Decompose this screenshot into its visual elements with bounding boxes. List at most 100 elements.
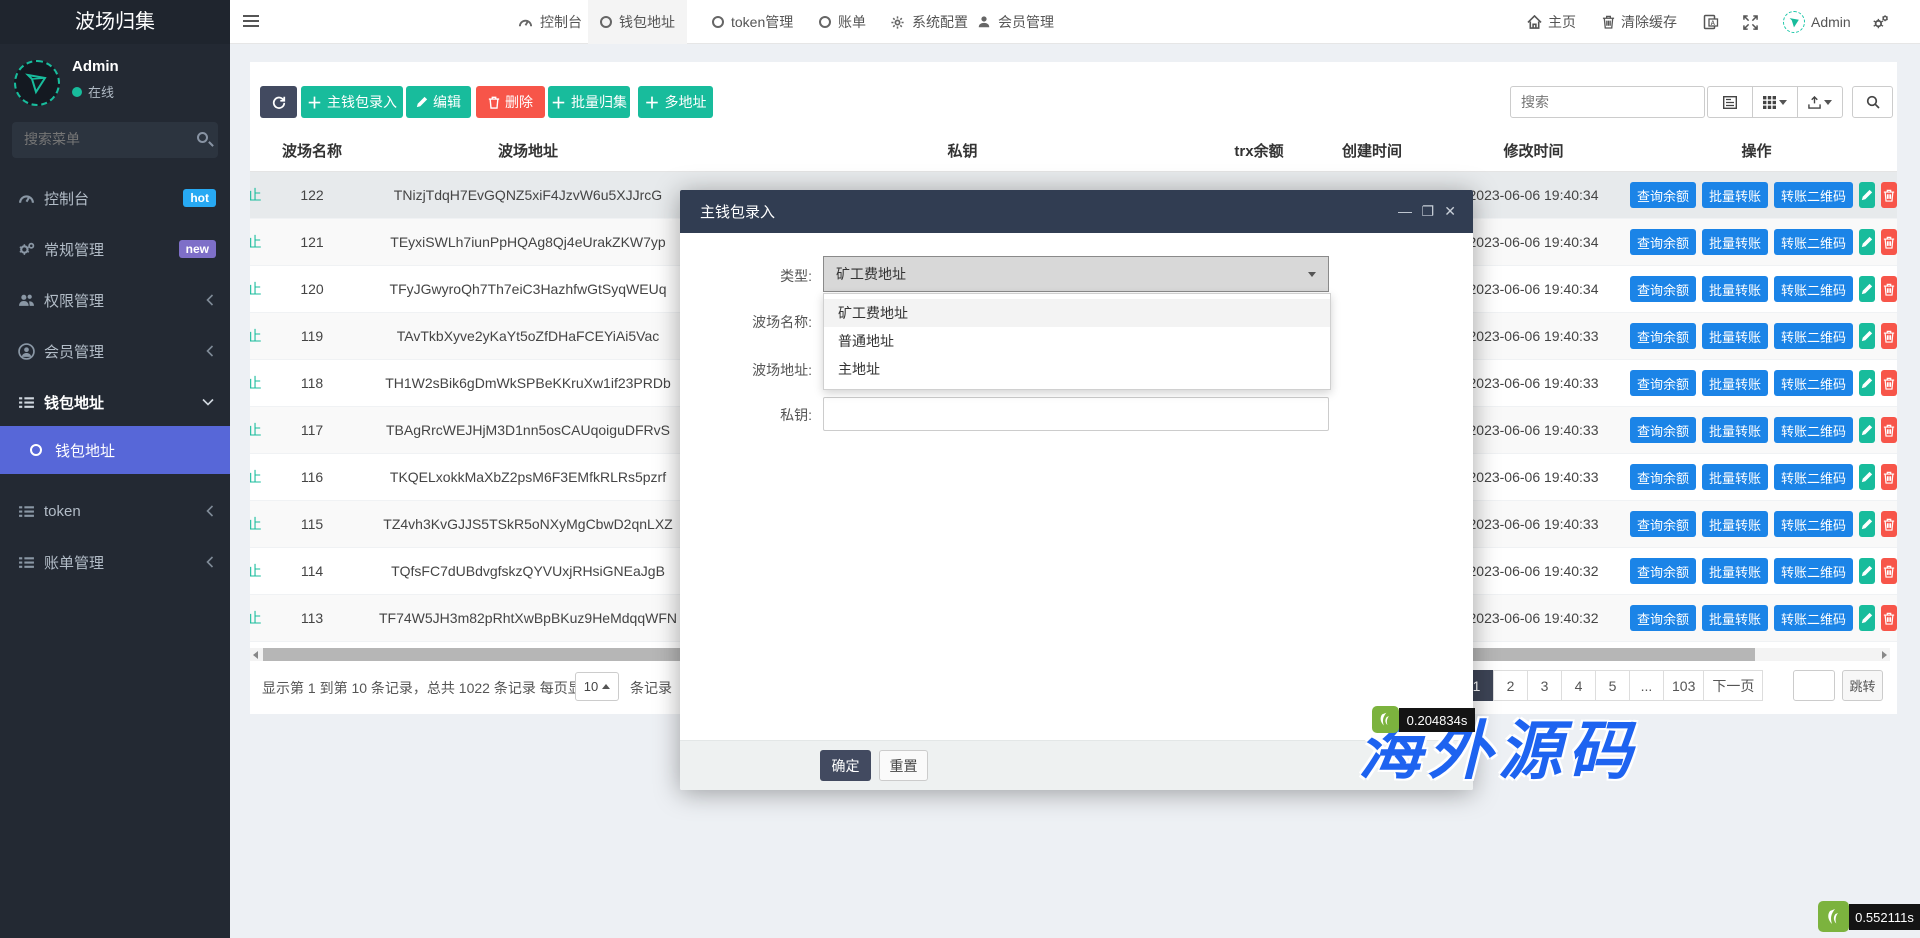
sidebar-item-token[interactable]: token — [0, 486, 230, 536]
col-created-time[interactable]: 创建时间 — [1293, 130, 1451, 171]
edit-row-button[interactable] — [1859, 558, 1876, 584]
add-main-wallet-button[interactable]: ＋ 主钱包录入 — [301, 86, 403, 118]
tab-wallet-address[interactable]: 钱包地址 — [588, 0, 687, 44]
delete-row-button[interactable] — [1881, 276, 1897, 302]
page-button[interactable]: 下一页 — [1703, 670, 1764, 701]
scroll-left-icon[interactable] — [253, 651, 258, 659]
transfer-qrcode-button[interactable]: 转账二维码 — [1774, 323, 1854, 349]
edit-row-button[interactable] — [1859, 370, 1876, 396]
page-jump-button[interactable]: 跳转 — [1842, 670, 1883, 701]
delete-row-button[interactable] — [1881, 605, 1897, 631]
row-status-link[interactable]: 止 — [250, 561, 262, 581]
search-submit-button[interactable] — [1852, 86, 1893, 118]
minimize-icon[interactable]: — — [1398, 204, 1412, 218]
sidebar-item-permissions[interactable]: 权限管理 — [0, 275, 230, 325]
batch-transfer-button[interactable]: 批量转账 — [1702, 605, 1769, 631]
query-balance-button[interactable]: 查询余额 — [1630, 605, 1697, 631]
page-button[interactable]: 103 — [1663, 670, 1705, 701]
query-balance-button[interactable]: 查询余额 — [1630, 558, 1697, 584]
page-button[interactable]: 3 — [1527, 670, 1562, 701]
maximize-icon[interactable]: ❐ — [1421, 204, 1434, 218]
detail-view-button[interactable] — [1707, 86, 1753, 118]
topnav-avatar[interactable]: Admin — [1783, 0, 1851, 44]
query-balance-button[interactable]: 查询余额 — [1630, 417, 1697, 443]
transfer-qrcode-button[interactable]: 转账二维码 — [1774, 511, 1854, 537]
tab-token[interactable]: token管理 — [700, 0, 805, 44]
sidebar-item-general[interactable]: 常规管理 new — [0, 224, 230, 274]
edit-row-button[interactable] — [1859, 464, 1876, 490]
query-balance-button[interactable]: 查询余额 — [1630, 370, 1697, 396]
thinkphp-leaf-icon[interactable] — [1372, 706, 1399, 733]
option-miner-fee-address[interactable]: 矿工费地址 — [824, 299, 1330, 327]
query-balance-button[interactable]: 查询余额 — [1630, 464, 1697, 490]
transfer-qrcode-button[interactable]: 转账二维码 — [1774, 558, 1854, 584]
sidebar-item-dashboard[interactable]: 控制台 hot — [0, 173, 230, 223]
row-status-link[interactable]: 止 — [250, 467, 262, 487]
row-status-link[interactable]: 止 — [250, 514, 262, 534]
home-link[interactable]: 主页 — [1527, 0, 1576, 44]
edit-button[interactable]: 编辑 — [406, 86, 471, 118]
batch-transfer-button[interactable]: 批量转账 — [1702, 511, 1769, 537]
page-button[interactable]: 2 — [1493, 670, 1528, 701]
batch-collect-button[interactable]: ＋ 批量归集 — [548, 86, 630, 118]
transfer-qrcode-button[interactable]: 转账二维码 — [1774, 276, 1854, 302]
page-button[interactable]: ... — [1629, 670, 1664, 701]
edit-row-button[interactable] — [1859, 229, 1876, 255]
modal-header[interactable]: 主钱包录入 — ❐ ✕ — [680, 190, 1473, 233]
translate-icon[interactable]: A — [1703, 0, 1719, 44]
sidebar-search-input[interactable] — [12, 122, 182, 156]
delete-row-button[interactable] — [1881, 464, 1897, 490]
edit-row-button[interactable] — [1859, 511, 1876, 537]
sidebar-subitem-wallet-address[interactable]: 钱包地址 — [0, 426, 230, 474]
row-status-link[interactable]: 止 — [250, 185, 262, 205]
edit-row-button[interactable] — [1859, 323, 1876, 349]
table-search-input[interactable] — [1510, 86, 1705, 118]
sidebar-item-wallet-address[interactable]: 钱包地址 — [0, 377, 230, 427]
sidebar-item-members[interactable]: 会员管理 — [0, 326, 230, 376]
edit-row-button[interactable] — [1859, 182, 1876, 208]
row-status-link[interactable]: 止 — [250, 279, 262, 299]
batch-transfer-button[interactable]: 批量转账 — [1702, 323, 1769, 349]
page-button[interactable]: 4 — [1561, 670, 1596, 701]
row-status-link[interactable]: 止 — [250, 326, 262, 346]
edit-row-button[interactable] — [1859, 276, 1876, 302]
batch-transfer-button[interactable]: 批量转账 — [1702, 229, 1769, 255]
transfer-qrcode-button[interactable]: 转账二维码 — [1774, 370, 1854, 396]
row-status-link[interactable]: 止 — [250, 420, 262, 440]
query-balance-button[interactable]: 查询余额 — [1630, 276, 1697, 302]
hamburger-icon[interactable] — [243, 15, 259, 17]
type-select[interactable]: 矿工费地址 — [823, 256, 1329, 292]
settings-cogs-icon[interactable] — [1872, 0, 1889, 44]
transfer-qrcode-button[interactable]: 转账二维码 — [1774, 417, 1854, 443]
batch-transfer-button[interactable]: 批量转账 — [1702, 558, 1769, 584]
delete-row-button[interactable] — [1881, 182, 1897, 208]
page-size-select[interactable]: 10 — [575, 672, 619, 701]
fullscreen-icon[interactable] — [1743, 0, 1758, 44]
avatar[interactable] — [14, 60, 60, 106]
query-balance-button[interactable]: 查询余额 — [1630, 323, 1697, 349]
row-status-link[interactable]: 止 — [250, 373, 262, 393]
batch-transfer-button[interactable]: 批量转账 — [1702, 417, 1769, 443]
transfer-qrcode-button[interactable]: 转账二维码 — [1774, 605, 1854, 631]
col-trx-balance[interactable]: trx余额 — [1225, 130, 1293, 171]
delete-row-button[interactable] — [1881, 558, 1897, 584]
col-wallet-address[interactable]: 波场地址 — [356, 130, 700, 171]
close-icon[interactable]: ✕ — [1444, 204, 1456, 218]
thinkphp-leaf-icon[interactable] — [1818, 901, 1849, 932]
option-normal-address[interactable]: 普通地址 — [824, 327, 1330, 355]
batch-transfer-button[interactable]: 批量转账 — [1702, 182, 1769, 208]
sidebar-item-bills[interactable]: 账单管理 — [0, 537, 230, 587]
confirm-button[interactable]: 确定 — [820, 750, 871, 781]
multi-address-button[interactable]: ＋多地址 — [638, 86, 713, 118]
tab-bill[interactable]: 账单 — [807, 0, 878, 44]
page-jump-input[interactable] — [1793, 670, 1835, 701]
query-balance-button[interactable]: 查询余额 — [1630, 511, 1697, 537]
page-button[interactable]: 5 — [1595, 670, 1630, 701]
delete-button[interactable]: 删除 — [476, 86, 545, 118]
batch-transfer-button[interactable]: 批量转账 — [1702, 370, 1769, 396]
delete-row-button[interactable] — [1881, 229, 1897, 255]
reset-button[interactable]: 重置 — [879, 750, 928, 781]
scroll-right-icon[interactable] — [1882, 651, 1887, 659]
export-button[interactable] — [1797, 86, 1843, 118]
option-main-address[interactable]: 主地址 — [824, 355, 1330, 383]
